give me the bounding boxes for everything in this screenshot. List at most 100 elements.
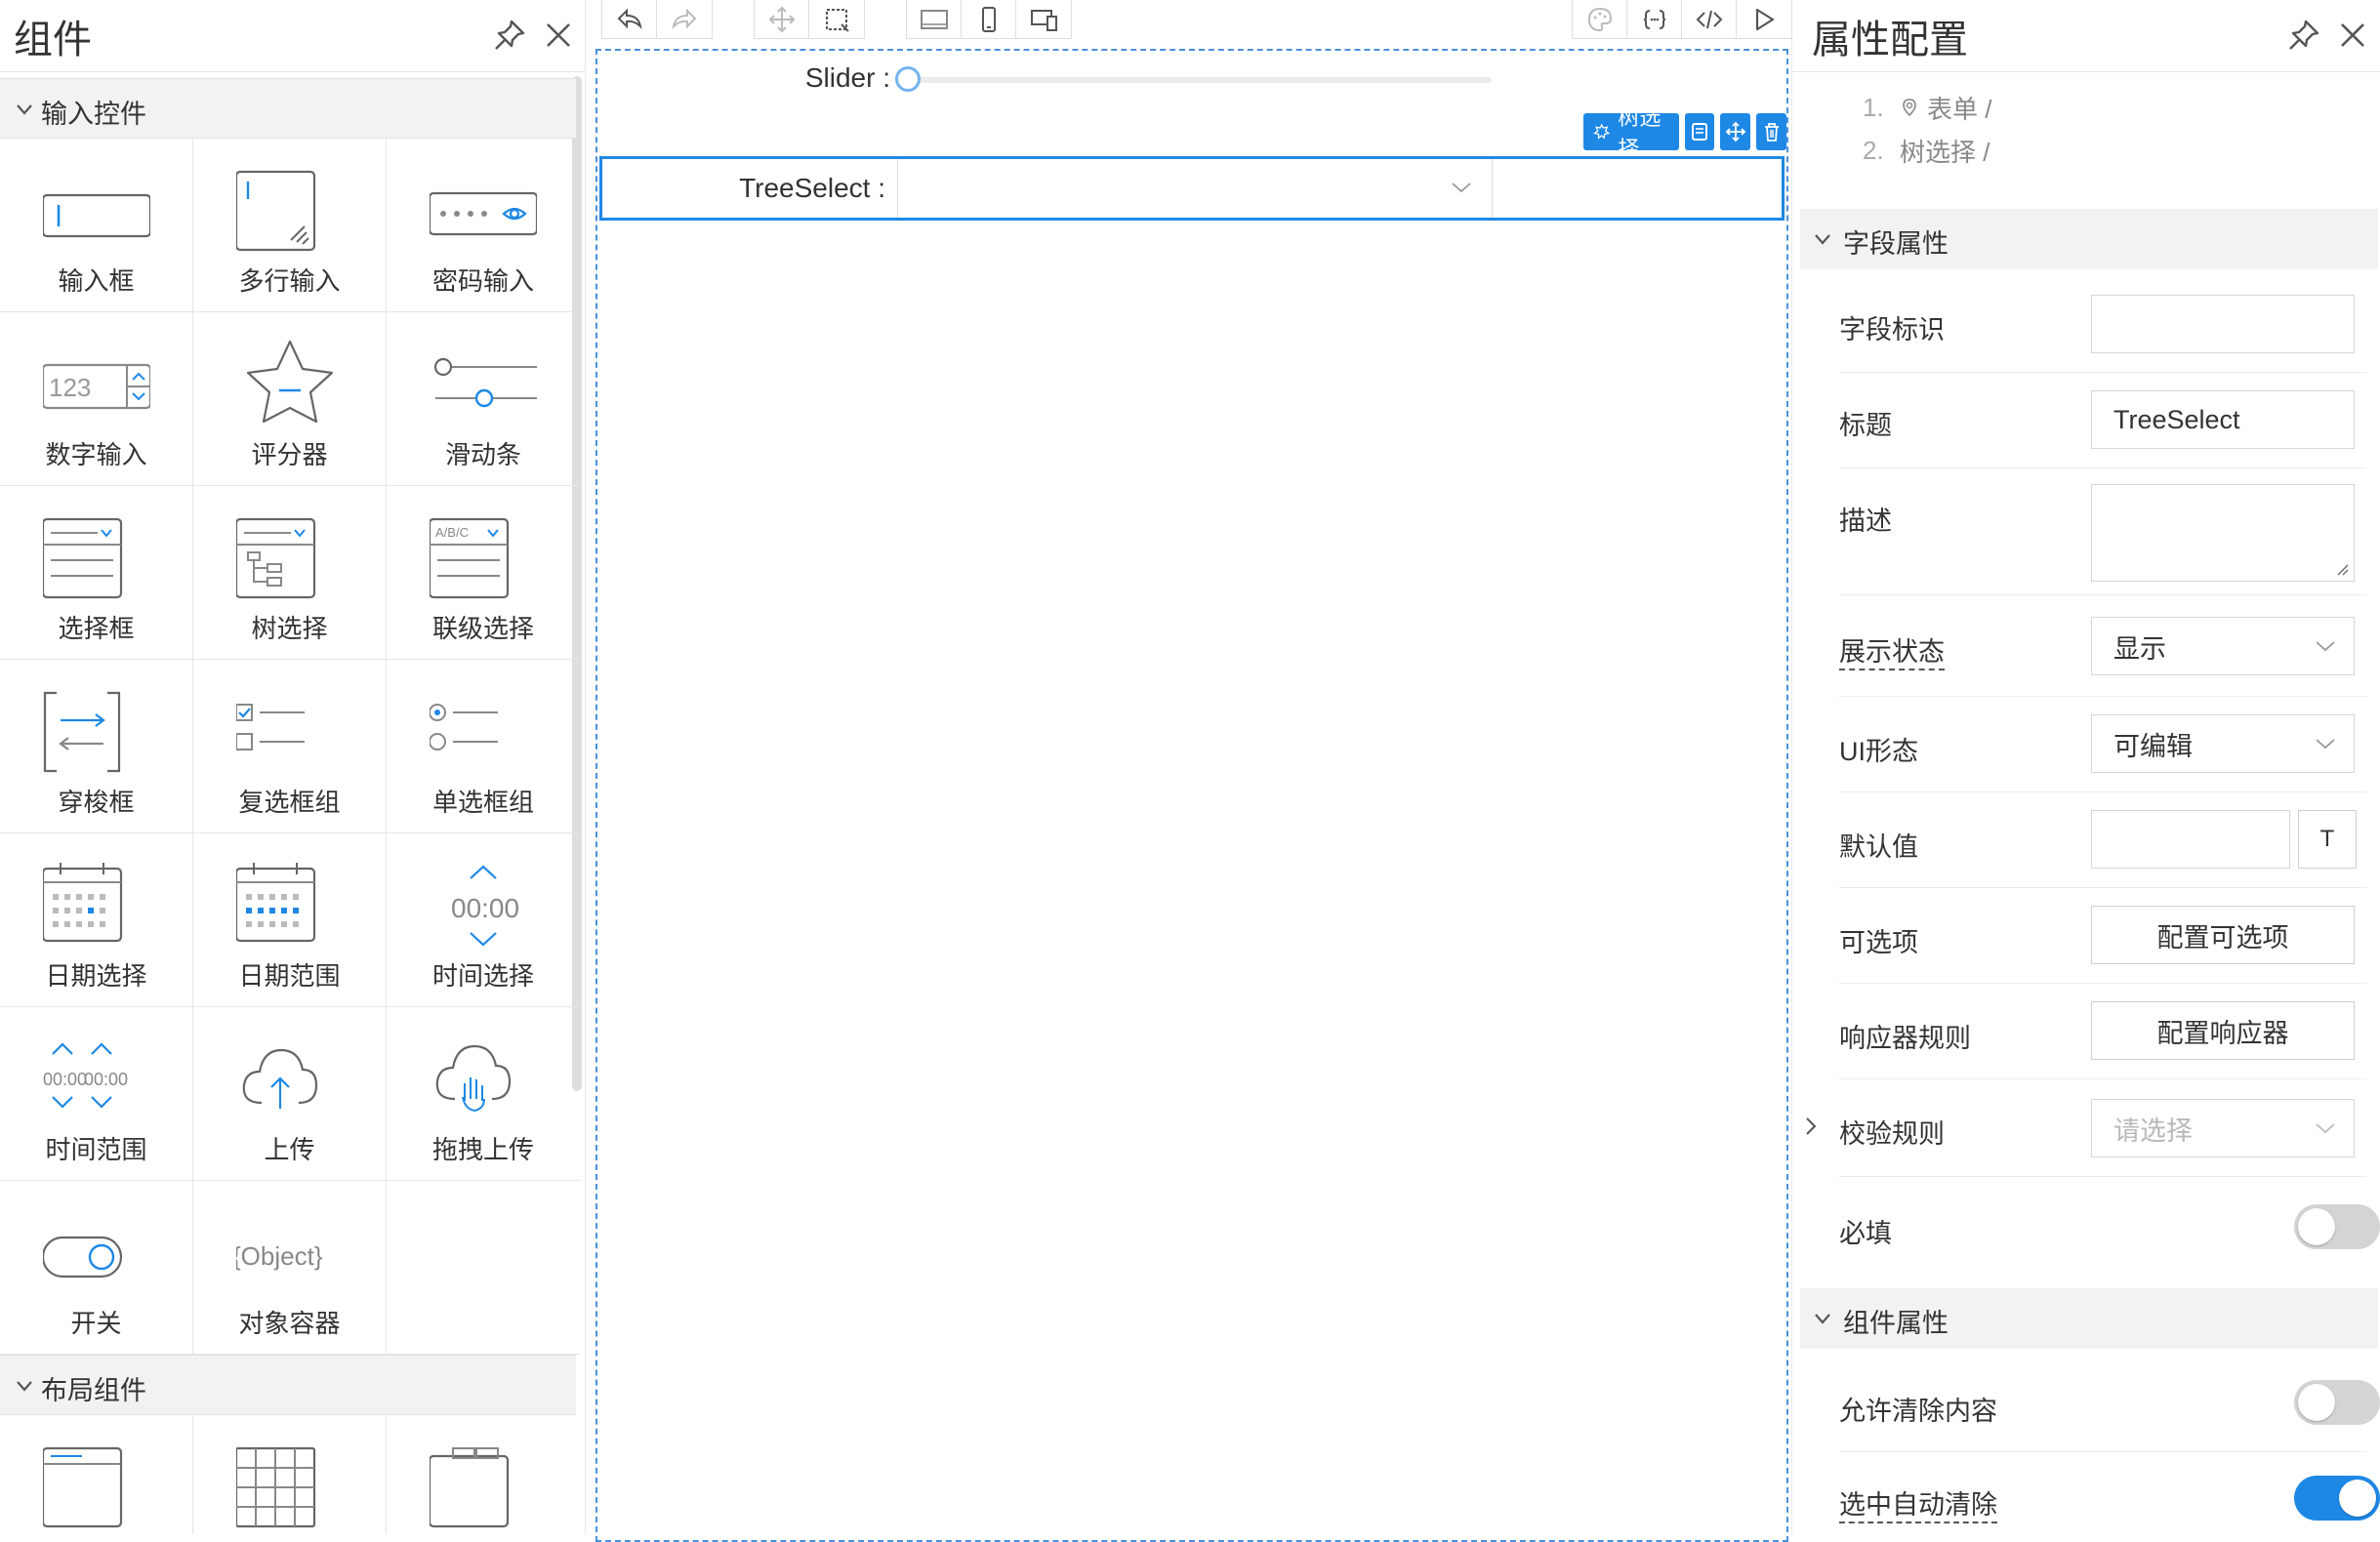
svg-text:00:00: 00:00 bbox=[84, 1070, 128, 1089]
component-tabs-layout[interactable] bbox=[387, 1415, 580, 1534]
text-type-button[interactable]: T bbox=[2298, 810, 2357, 869]
field-id-input[interactable] bbox=[2091, 295, 2355, 353]
undo-button[interactable] bbox=[602, 0, 657, 39]
canvas-toolbar bbox=[586, 0, 1792, 43]
configure-options-button[interactable]: 配置可选项 bbox=[2091, 906, 2355, 964]
properties-panel-header: 属性配置 bbox=[1792, 0, 2380, 72]
json-button[interactable] bbox=[1627, 0, 1682, 39]
section-field-properties[interactable]: 字段属性 bbox=[1800, 209, 2378, 269]
prop-label: 响应器规则 bbox=[1839, 1024, 1971, 1053]
palette-icon bbox=[1587, 7, 1612, 32]
pin-icon[interactable] bbox=[490, 16, 529, 55]
svg-text:123: 123 bbox=[49, 373, 91, 402]
component-upload[interactable]: 上传 bbox=[193, 1007, 387, 1181]
svg-text:00:00: 00:00 bbox=[451, 893, 519, 923]
chevron-down-icon bbox=[1815, 234, 1830, 245]
toggle-knob bbox=[2298, 1208, 2335, 1245]
select-tool-button[interactable] bbox=[809, 0, 864, 39]
component-textarea[interactable]: 多行输入 bbox=[193, 139, 387, 312]
breadcrumb-text: 表单 / bbox=[1927, 94, 1992, 124]
group-layout[interactable]: 布局组件 bbox=[0, 1355, 576, 1415]
form-canvas[interactable]: Slider : 树选择 TreeSelect : bbox=[595, 49, 1788, 1542]
component-radio-group[interactable]: 单选框组 bbox=[387, 660, 580, 833]
component-number[interactable]: 123 数字输入 bbox=[0, 312, 193, 486]
component-transfer[interactable]: 穿梭框 bbox=[0, 660, 193, 833]
copy-component-button[interactable] bbox=[1684, 113, 1715, 150]
component-switch[interactable]: 开关 bbox=[0, 1181, 193, 1355]
component-rate[interactable]: 评分器 bbox=[193, 312, 387, 486]
selection-icon bbox=[826, 9, 849, 32]
preview-button[interactable] bbox=[1737, 0, 1791, 39]
group-input-controls[interactable]: 输入控件 bbox=[0, 78, 576, 139]
component-label: 密码输入 bbox=[431, 266, 534, 296]
prop-row-required: 必填 bbox=[1839, 1177, 2380, 1277]
component-password[interactable]: 密码输入 bbox=[387, 139, 580, 312]
breadcrumb-text: 树选择 / bbox=[1900, 137, 1990, 167]
tree-select-icon bbox=[236, 517, 316, 599]
component-object-container[interactable]: {Object} 对象容器 bbox=[193, 1181, 387, 1355]
breadcrumb-item[interactable]: 2. 树选择 / bbox=[1863, 129, 1991, 172]
theme-button[interactable] bbox=[1573, 0, 1627, 39]
component-grid-layout[interactable] bbox=[193, 1415, 387, 1534]
time-picker-icon: 00:00 bbox=[451, 865, 519, 947]
component-slider[interactable]: 滑动条 bbox=[387, 312, 580, 486]
delete-component-button[interactable] bbox=[1756, 113, 1787, 150]
description-textarea[interactable] bbox=[2091, 484, 2355, 582]
slider-track[interactable] bbox=[908, 77, 1492, 83]
component-time-range[interactable]: 00:00 00:00 时间范围 bbox=[0, 1007, 193, 1181]
move-tool-button[interactable] bbox=[755, 0, 809, 39]
component-tree-select[interactable]: 树选择 bbox=[193, 486, 387, 660]
responsive-view-button[interactable] bbox=[1016, 0, 1071, 39]
component-cascader[interactable]: A/B/C 联级选择 bbox=[387, 486, 580, 660]
component-label: 开关 bbox=[70, 1309, 122, 1338]
component-card-layout[interactable] bbox=[0, 1415, 193, 1534]
auto-clear-toggle[interactable] bbox=[2294, 1476, 2380, 1521]
desktop-view-button[interactable] bbox=[907, 0, 962, 39]
tabs-layout-icon bbox=[430, 1447, 510, 1528]
default-value-input[interactable] bbox=[2091, 810, 2290, 869]
required-toggle[interactable] bbox=[2294, 1204, 2380, 1249]
component-label: 树选择 bbox=[251, 614, 328, 643]
component-drag-upload[interactable]: 拖拽上传 bbox=[387, 1007, 580, 1181]
resize-handle-icon[interactable] bbox=[2336, 563, 2350, 577]
component-select[interactable]: 选择框 bbox=[0, 486, 193, 660]
code-button[interactable] bbox=[1682, 0, 1737, 39]
date-picker-icon bbox=[43, 863, 123, 943]
section-component-properties[interactable]: 组件属性 bbox=[1800, 1288, 2378, 1349]
title-input[interactable]: TreeSelect bbox=[2091, 390, 2355, 449]
component-time-picker[interactable]: 00:00 时间选择 bbox=[387, 833, 580, 1007]
checkbox-group-icon bbox=[236, 704, 305, 751]
treeselect-input[interactable] bbox=[897, 159, 1493, 218]
breadcrumb-item[interactable]: 1. 表单 / bbox=[1863, 86, 1991, 129]
responsive-icon bbox=[1031, 10, 1057, 31]
component-input[interactable]: 输入框 bbox=[0, 139, 193, 312]
chevron-right-icon[interactable] bbox=[1804, 1116, 1818, 1136]
selected-component-tag[interactable]: 树选择 bbox=[1583, 105, 1679, 161]
chevron-down-icon bbox=[17, 104, 32, 115]
validation-select[interactable]: 请选择 bbox=[2091, 1099, 2355, 1157]
configure-responders-button[interactable]: 配置响应器 bbox=[2091, 1001, 2355, 1060]
treeselect-form-item[interactable]: TreeSelect : bbox=[599, 156, 1785, 221]
close-icon[interactable] bbox=[539, 16, 578, 55]
slider-handle[interactable] bbox=[895, 66, 921, 92]
drag-component-button[interactable] bbox=[1720, 113, 1751, 150]
chevron-down-icon bbox=[1452, 183, 1471, 193]
redo-button[interactable] bbox=[657, 0, 712, 39]
components-panel: 组件 输入控件 输入框 多行输入 密码输入 123 数字输入 评分器 滑动条 选… bbox=[0, 0, 586, 1534]
pin-icon[interactable] bbox=[2284, 16, 2323, 55]
mobile-view-button[interactable] bbox=[962, 0, 1016, 39]
group-label: 输入控件 bbox=[41, 100, 146, 129]
treeselect-label: TreeSelect : bbox=[739, 173, 885, 203]
display-state-select[interactable]: 显示 bbox=[2091, 617, 2355, 675]
prop-label: 标题 bbox=[1839, 411, 1892, 440]
component-label: 日期范围 bbox=[238, 961, 341, 991]
ui-mode-select[interactable]: 可编辑 bbox=[2091, 714, 2355, 773]
component-label: 评分器 bbox=[251, 440, 328, 469]
chevron-down-icon bbox=[2316, 1123, 2335, 1134]
component-checkbox-group[interactable]: 复选框组 bbox=[193, 660, 387, 833]
close-icon[interactable] bbox=[2333, 16, 2372, 55]
allow-clear-toggle[interactable] bbox=[2294, 1380, 2380, 1425]
component-date-range[interactable]: 日期范围 bbox=[193, 833, 387, 1007]
component-date-picker[interactable]: 日期选择 bbox=[0, 833, 193, 1007]
radio-group-icon bbox=[430, 704, 498, 751]
